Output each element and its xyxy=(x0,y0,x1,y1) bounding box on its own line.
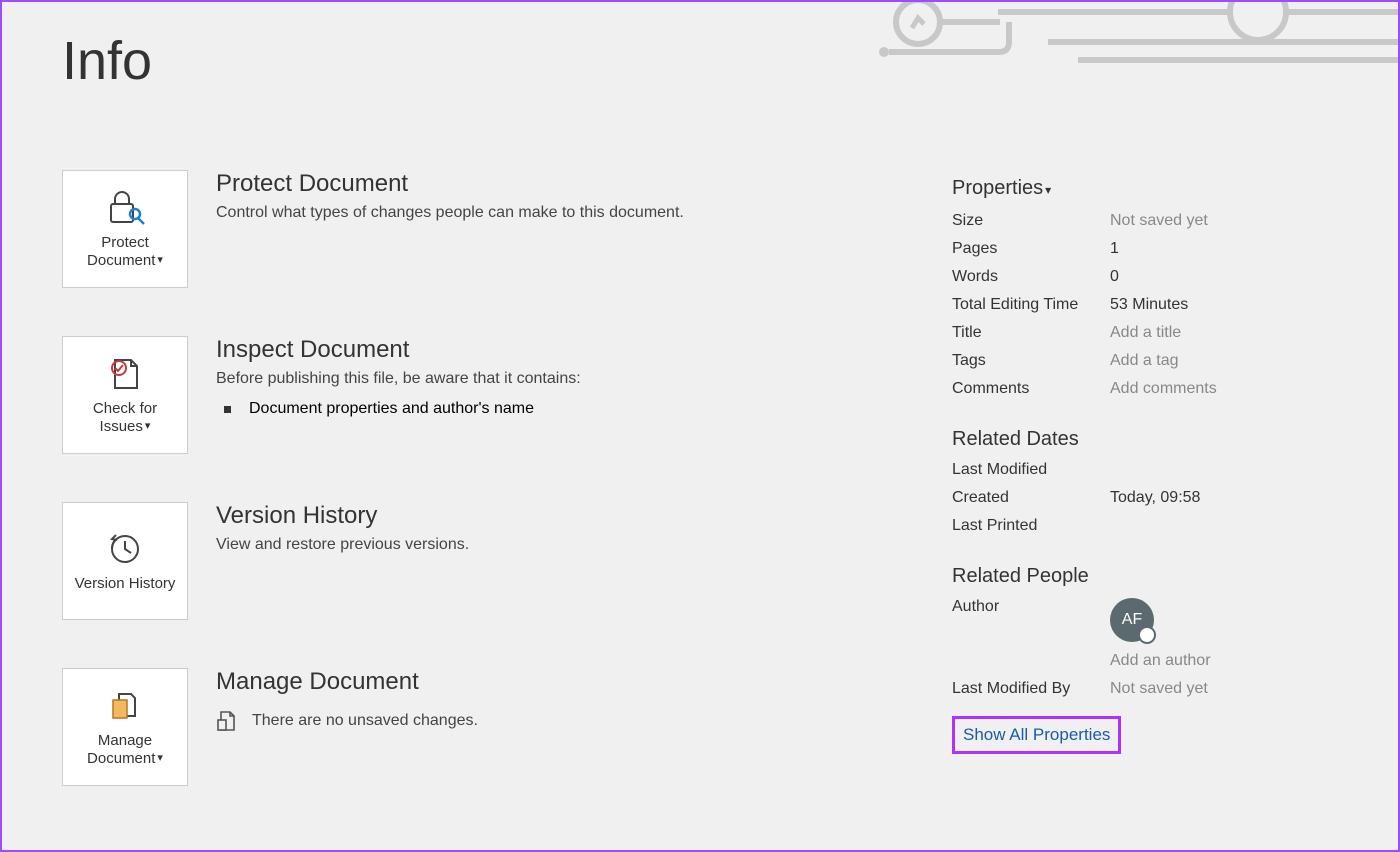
protect-document-button[interactable]: Protect Document▾ xyxy=(62,170,188,288)
check-for-issues-label: Check for Issues▾ xyxy=(67,400,183,436)
last-printed-value xyxy=(1110,517,1352,535)
properties-dropdown[interactable]: Properties▾ xyxy=(952,177,1051,200)
page-title: Info xyxy=(62,30,152,92)
prop-editing-time-label: Total Editing Time xyxy=(952,296,1110,314)
version-history-button[interactable]: Version History xyxy=(62,502,188,620)
chevron-down-icon: ▾ xyxy=(157,752,163,764)
created-value: Today, 09:58 xyxy=(1110,489,1352,507)
protect-document-section: Protect Document▾ Protect Document Contr… xyxy=(62,170,922,288)
prop-pages-value: 1 xyxy=(1110,240,1352,258)
version-history-heading: Version History xyxy=(216,502,469,530)
version-history-desc: View and restore previous versions. xyxy=(216,536,469,554)
last-modified-by-value: Not saved yet xyxy=(1110,680,1352,698)
inspect-bullet-1: Document properties and author's name xyxy=(224,400,581,418)
inspect-document-desc: Before publishing this file, be aware th… xyxy=(216,370,581,388)
chevron-down-icon: ▾ xyxy=(157,254,163,266)
manage-document-heading: Manage Document xyxy=(216,668,478,696)
prop-tags-label: Tags xyxy=(952,352,1110,370)
prop-title-label: Title xyxy=(952,324,1110,342)
chevron-down-icon: ▾ xyxy=(1045,183,1051,197)
protect-document-heading: Protect Document xyxy=(216,170,684,198)
bullet-icon xyxy=(224,406,231,413)
manage-document-button[interactable]: Manage Document▾ xyxy=(62,668,188,786)
document-stack-icon xyxy=(100,686,150,726)
prop-tags-value[interactable]: Add a tag xyxy=(1110,352,1352,370)
prop-words-label: Words xyxy=(952,268,1110,286)
manage-document-section: Manage Document▾ Manage Document There a… xyxy=(62,668,922,786)
author-label: Author xyxy=(952,598,1110,616)
inspect-document-heading: Inspect Document xyxy=(216,336,581,364)
last-modified-label: Last Modified xyxy=(952,461,1110,479)
version-history-label: Version History xyxy=(75,575,176,593)
document-small-icon xyxy=(216,710,238,732)
version-history-section: Version History Version History View and… xyxy=(62,502,922,620)
author-avatar[interactable]: AF xyxy=(1110,598,1154,642)
inspect-document-section: Check for Issues▾ Inspect Document Befor… xyxy=(62,336,922,454)
prop-comments-label: Comments xyxy=(952,380,1110,398)
prop-title-value[interactable]: Add a title xyxy=(1110,324,1352,342)
protect-document-label: Protect Document▾ xyxy=(67,234,183,270)
decorative-circuit xyxy=(878,2,1398,82)
prop-editing-time-value: 53 Minutes xyxy=(1110,296,1352,314)
last-modified-by-label: Last Modified By xyxy=(952,680,1110,698)
prop-pages-label: Pages xyxy=(952,240,1110,258)
check-for-issues-button[interactable]: Check for Issues▾ xyxy=(62,336,188,454)
manage-document-label: Manage Document▾ xyxy=(67,732,183,768)
document-check-icon xyxy=(100,354,150,394)
chevron-down-icon: ▾ xyxy=(145,420,151,432)
show-all-properties-link[interactable]: Show All Properties xyxy=(952,716,1121,754)
prop-comments-value[interactable]: Add comments xyxy=(1110,380,1352,398)
prop-size-label: Size xyxy=(952,212,1110,230)
manage-document-desc: There are no unsaved changes. xyxy=(252,712,478,730)
last-printed-label: Last Printed xyxy=(952,517,1110,535)
prop-words-value: 0 xyxy=(1110,268,1352,286)
protect-document-desc: Control what types of changes people can… xyxy=(216,204,684,222)
history-clock-icon xyxy=(100,529,150,569)
created-label: Created xyxy=(952,489,1110,507)
related-dates-heading: Related Dates xyxy=(952,428,1352,451)
related-people-heading: Related People xyxy=(952,565,1352,588)
lock-key-icon xyxy=(100,188,150,228)
last-modified-value xyxy=(1110,461,1352,479)
add-author-link[interactable]: Add an author xyxy=(1110,652,1211,670)
prop-size-value: Not saved yet xyxy=(1110,212,1352,230)
